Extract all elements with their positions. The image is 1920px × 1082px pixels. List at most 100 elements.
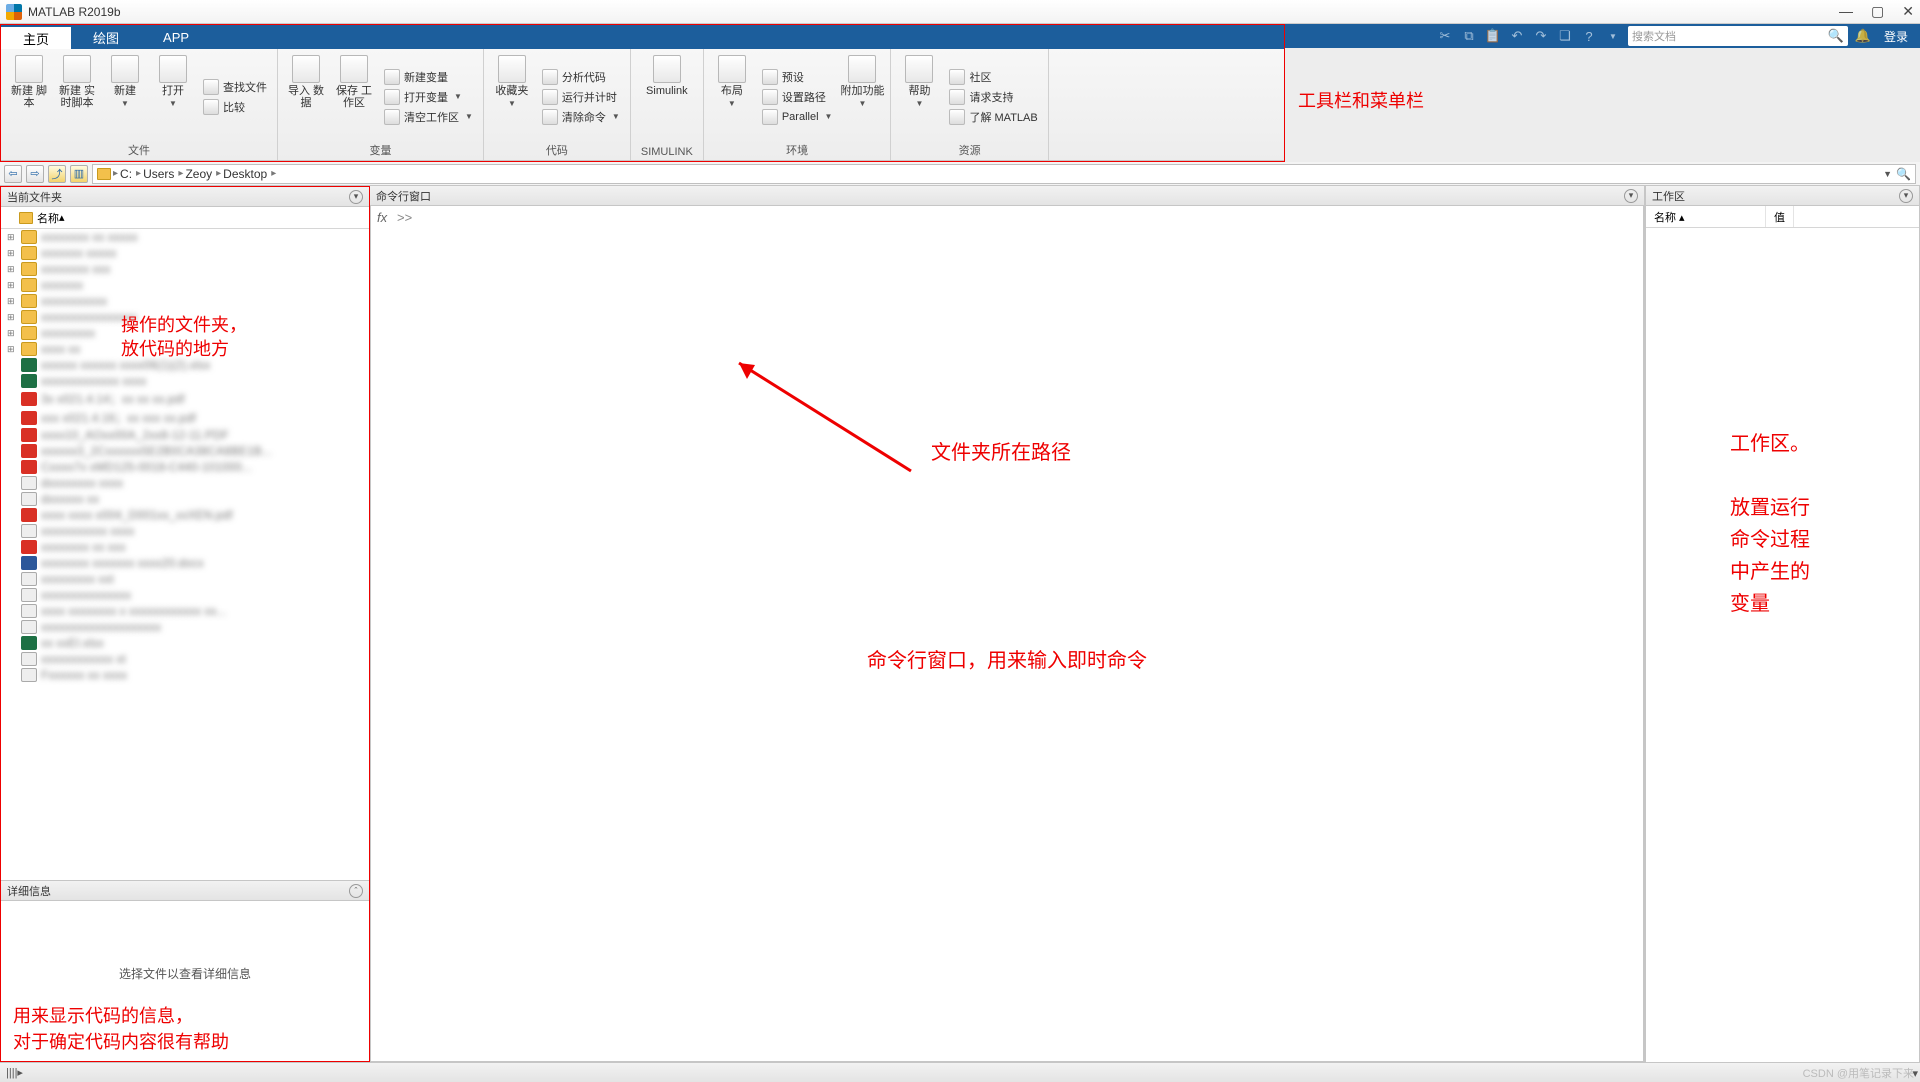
details-collapse-icon[interactable]: ˆ	[349, 884, 363, 898]
group-label-env: 环境	[710, 140, 885, 160]
file-item[interactable]: xxxxxxxxxxxxxxx	[1, 587, 369, 603]
file-item[interactable]: xxxxxxxx xx xxx	[1, 539, 369, 555]
clear-commands-button[interactable]: 清除命令▼	[538, 108, 624, 126]
file-item[interactable]: ⊞xxxxxxx xxxxx	[1, 245, 369, 261]
file-name: xxxxxxxxxxxxxxx	[41, 588, 131, 602]
open-button[interactable]: 打开▼	[151, 53, 195, 140]
layout-button[interactable]: 布局▼	[710, 53, 754, 140]
annotation-arrow-icon	[721, 351, 921, 481]
group-resources: 帮助▼ 社区 请求支持 了解 MATLAB 资源	[891, 49, 1048, 160]
new-livescript-button[interactable]: 新建 实时脚本	[55, 53, 99, 140]
nav-browse-button[interactable]: ▥	[70, 165, 88, 183]
annotation-workspace: 工作区。 放置运行 命令过程 中产生的 变量	[1730, 428, 1810, 620]
annotation-folder: 操作的文件夹， 放代码的地方	[121, 313, 247, 361]
learn-matlab-button[interactable]: 了解 MATLAB	[945, 108, 1041, 126]
file-item[interactable]: xxxx10_AOxx00A_2xx8-12-11.PDF	[1, 427, 369, 443]
file-item[interactable]: xxxx xxxxxxxx x xxxxxxxxxxxx xx...	[1, 603, 369, 619]
path-search-icon[interactable]: 🔍	[1896, 167, 1911, 181]
file-item[interactable]: xxxxxx3_2Cxxxxxx5E2B0CA38CA8BE1B...	[1, 443, 369, 459]
file-item[interactable]: xxxx xxxx x004_D001xx_xxXEN.pdf	[1, 507, 369, 523]
new-script-button[interactable]: 新建 脚本	[7, 53, 51, 140]
tab-app[interactable]: APP	[141, 25, 211, 49]
file-name: xxxx10_AOxx00A_2xx8-12-11.PDF	[41, 428, 229, 442]
nav-up-button[interactable]: ⤴	[48, 165, 66, 183]
path-dropdown-icon[interactable]: ▼	[1883, 169, 1892, 179]
file-name-column-header[interactable]: 名称 ▴	[1, 207, 369, 229]
help-dd-icon[interactable]: ▼	[1604, 27, 1622, 45]
new-button[interactable]: 新建▼	[103, 53, 147, 140]
file-item[interactable]: Cxxxx7x xMD125-0018-C440-101000...	[1, 459, 369, 475]
login-button[interactable]: 登录	[1878, 28, 1914, 45]
toolbar-expand-icon[interactable]: ▾	[1912, 1067, 1918, 1080]
workspace-value-column[interactable]: 值	[1766, 206, 1794, 227]
clear-workspace-button[interactable]: 清空工作区▼	[380, 108, 477, 126]
breadcrumb-desktop[interactable]: Desktop▸	[223, 167, 276, 181]
file-item[interactable]: dxxxxxx xx	[1, 491, 369, 507]
addons-button[interactable]: 附加功能▼	[840, 53, 884, 140]
undo-icon[interactable]: ↶	[1508, 27, 1526, 45]
paste-icon[interactable]: 📋	[1484, 27, 1502, 45]
preferences-button[interactable]: 预设	[758, 68, 837, 86]
file-item[interactable]: ⊞xxxxxxx	[1, 277, 369, 293]
breadcrumb-zeoy[interactable]: Zeoy▸	[185, 167, 221, 181]
community-button[interactable]: 社区	[945, 68, 1041, 86]
copy-icon[interactable]: ⧉	[1460, 27, 1478, 45]
simulink-button[interactable]: Simulink	[637, 53, 697, 144]
tab-plot[interactable]: 绘图	[71, 25, 141, 49]
find-files-button[interactable]: 查找文件	[199, 78, 271, 96]
compare-button[interactable]: 比较	[199, 98, 271, 116]
file-name: dxxxxxx xx	[41, 492, 99, 506]
workspace-name-column[interactable]: 名称 ▴	[1646, 206, 1766, 227]
command-window-options-icon[interactable]: ▾	[1624, 189, 1638, 203]
file-item[interactable]: xxxxxxxxxxx xxxx	[1, 523, 369, 539]
workspace-options-icon[interactable]: ▾	[1899, 189, 1913, 203]
nav-forward-button[interactable]: ⇨	[26, 165, 44, 183]
file-name: xxxx xx	[41, 342, 80, 356]
file-item[interactable]: Fxxxxxx xx xxxx	[1, 667, 369, 683]
switch-windows-icon[interactable]: ❏	[1556, 27, 1574, 45]
new-variable-button[interactable]: 新建变量	[380, 68, 477, 86]
file-item[interactable]: ⊞xxxxxxxx xxx	[1, 261, 369, 277]
tab-home[interactable]: 主页	[1, 25, 71, 49]
favorites-button[interactable]: 收藏夹▼	[490, 53, 534, 140]
file-item[interactable]: xxxxxxxx xxxxxxx xxxx20.docx	[1, 555, 369, 571]
minimize-button[interactable]: —	[1839, 3, 1853, 20]
file-item[interactable]: xxxxxxxxx xxt	[1, 571, 369, 587]
request-support-button[interactable]: 请求支持	[945, 88, 1041, 106]
file-item[interactable]: xx xxEI.xlsx	[1, 635, 369, 651]
command-window-body[interactable]: fx >> 文件夹所在路径 命令行窗口，用来输入即时命令	[370, 206, 1644, 1062]
file-item[interactable]: xxxxxxxxxxxx xt	[1, 651, 369, 667]
file-item[interactable]: ⊞xxxxxxxx xx xxxxx	[1, 229, 369, 245]
breadcrumb-root[interactable]: ▸	[113, 168, 118, 179]
file-tree[interactable]: 操作的文件夹， 放代码的地方 ⊞xxxxxxxx xx xxxxx⊞xxxxxx…	[1, 229, 369, 880]
set-path-button[interactable]: 设置路径	[758, 88, 837, 106]
help-qmark-icon[interactable]: ?	[1580, 27, 1598, 45]
nav-back-button[interactable]: ⇦	[4, 165, 22, 183]
file-name: xxxxxxxxxxx	[41, 294, 107, 308]
file-item[interactable]: xxxxxxxxxxxxxxxxxxxx	[1, 619, 369, 635]
parallel-button[interactable]: Parallel▼	[758, 108, 837, 126]
fx-icon[interactable]: fx	[377, 210, 387, 225]
breadcrumb-users[interactable]: Users▸	[143, 167, 183, 181]
redo-icon[interactable]: ↷	[1532, 27, 1550, 45]
maximize-button[interactable]: ▢	[1871, 3, 1884, 20]
current-folder-options-icon[interactable]: ▾	[349, 190, 363, 204]
import-data-button[interactable]: 导入 数据	[284, 53, 328, 140]
analyze-code-button[interactable]: 分析代码	[538, 68, 624, 86]
file-item[interactable]: ⊞xxxxxxxxxxx	[1, 293, 369, 309]
run-and-time-button[interactable]: 运行并计时	[538, 88, 624, 106]
workspace-body[interactable]: 工作区。 放置运行 命令过程 中产生的 变量	[1646, 228, 1919, 1062]
file-item[interactable]: xxx x021.4.16；xx xxx xx.pdf	[1, 408, 369, 427]
notification-bell-icon[interactable]: 🔔	[1854, 27, 1872, 45]
pdf-icon	[21, 540, 37, 554]
file-item[interactable]: dxxxxxxxx xxxx	[1, 475, 369, 491]
close-button[interactable]: ✕	[1902, 3, 1914, 20]
cut-icon[interactable]: ✂	[1436, 27, 1454, 45]
save-workspace-button[interactable]: 保存 工作区	[332, 53, 376, 140]
help-button[interactable]: 帮助▼	[897, 53, 941, 140]
breadcrumb-c[interactable]: C:▸	[120, 167, 141, 181]
file-item[interactable]: xxxxxxxxxxxxx xxxx	[1, 373, 369, 389]
file-item[interactable]: 3x x021.4.14；xx xx xx.pdf	[1, 389, 369, 408]
search-docs-input[interactable]: 搜索文档 🔍	[1628, 26, 1848, 46]
open-variable-button[interactable]: 打开变量▼	[380, 88, 477, 106]
